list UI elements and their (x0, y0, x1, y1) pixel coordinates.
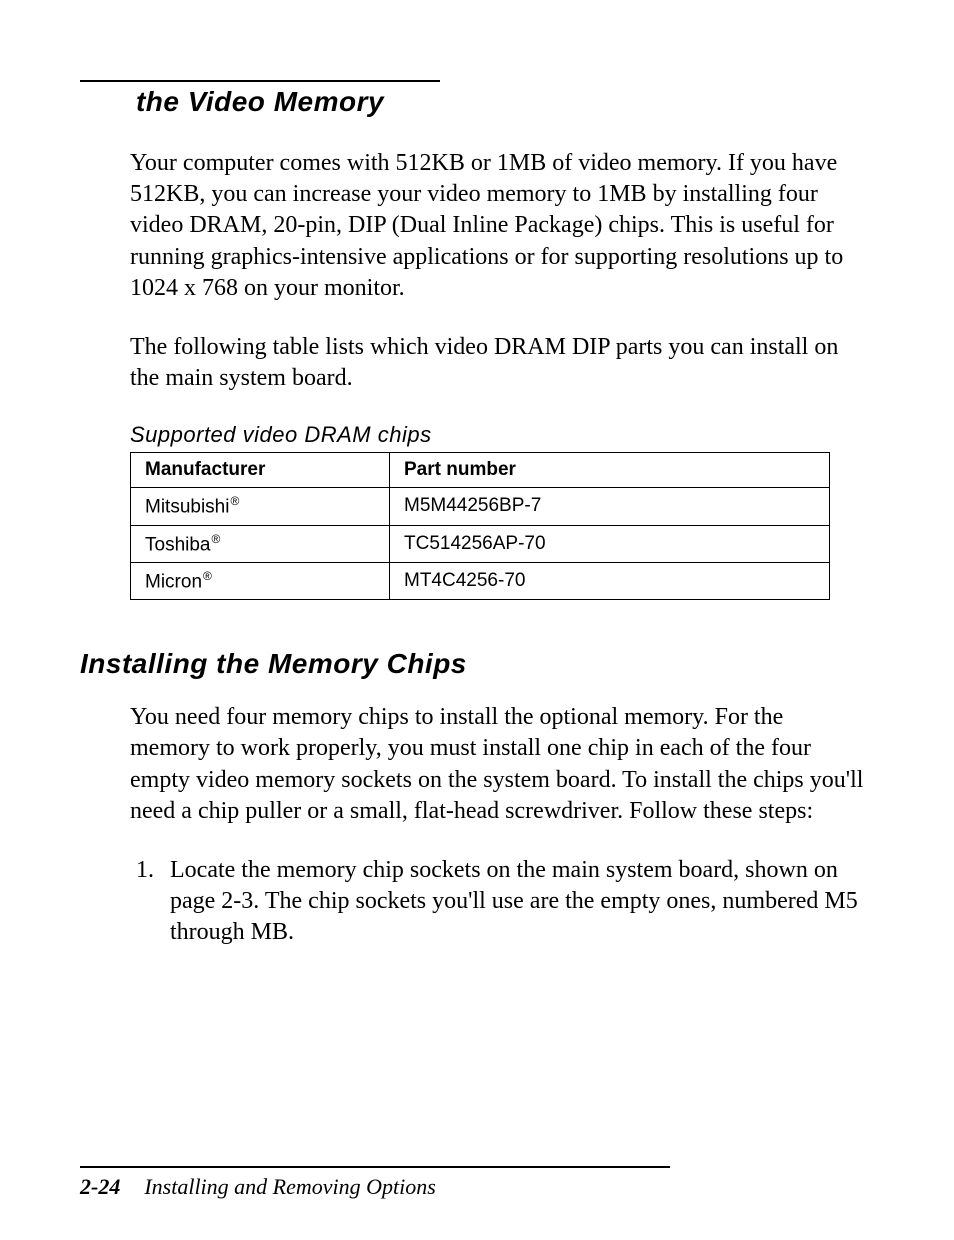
cell-part: MT4C4256-70 (390, 562, 830, 599)
install-steps: Locate the memory chip sockets on the ma… (80, 855, 874, 949)
cell-manufacturer: Micron® (131, 562, 390, 599)
cell-part: M5M44256BP-7 (390, 488, 830, 525)
table-caption: Supported video DRAM chips (130, 422, 874, 448)
cell-manufacturer: Mitsubishi® (131, 488, 390, 525)
section-rule (80, 80, 440, 82)
footer-rule (80, 1166, 670, 1168)
registered-icon: ® (212, 532, 221, 546)
manufacturer-name: Toshiba (145, 534, 211, 555)
section-title: the Video Memory (80, 86, 440, 118)
col-header-manufacturer: Manufacturer (131, 453, 390, 488)
page-footer: 2-24 Installing and Removing Options (80, 1166, 874, 1200)
table-row: Toshiba® TC514256AP-70 (131, 525, 830, 562)
intro-paragraph-1: Your computer comes with 512KB or 1MB of… (80, 148, 874, 304)
step-1: Locate the memory chip sockets on the ma… (160, 855, 874, 949)
install-paragraph: You need four memory chips to install th… (80, 702, 874, 827)
table-row: Mitsubishi® M5M44256BP-7 (131, 488, 830, 525)
col-header-part: Part number (390, 453, 830, 488)
install-heading: Installing the Memory Chips (80, 648, 874, 680)
registered-icon: ® (230, 494, 239, 508)
page: the Video Memory Your computer comes wit… (0, 0, 954, 1240)
footer-page-number: 2-24 (80, 1174, 120, 1199)
manufacturer-name: Micron (145, 571, 202, 592)
table-row: Micron® MT4C4256-70 (131, 562, 830, 599)
intro-paragraph-2: The following table lists which video DR… (80, 332, 874, 394)
footer-chapter-title: Installing and Removing Options (144, 1174, 435, 1199)
table-header-row: Manufacturer Part number (131, 453, 830, 488)
cell-manufacturer: Toshiba® (131, 525, 390, 562)
registered-icon: ® (203, 569, 212, 583)
manufacturer-name: Mitsubishi (145, 497, 229, 518)
dram-table: Manufacturer Part number Mitsubishi® M5M… (130, 452, 830, 600)
footer-text: 2-24 Installing and Removing Options (80, 1174, 874, 1200)
cell-part: TC514256AP-70 (390, 525, 830, 562)
